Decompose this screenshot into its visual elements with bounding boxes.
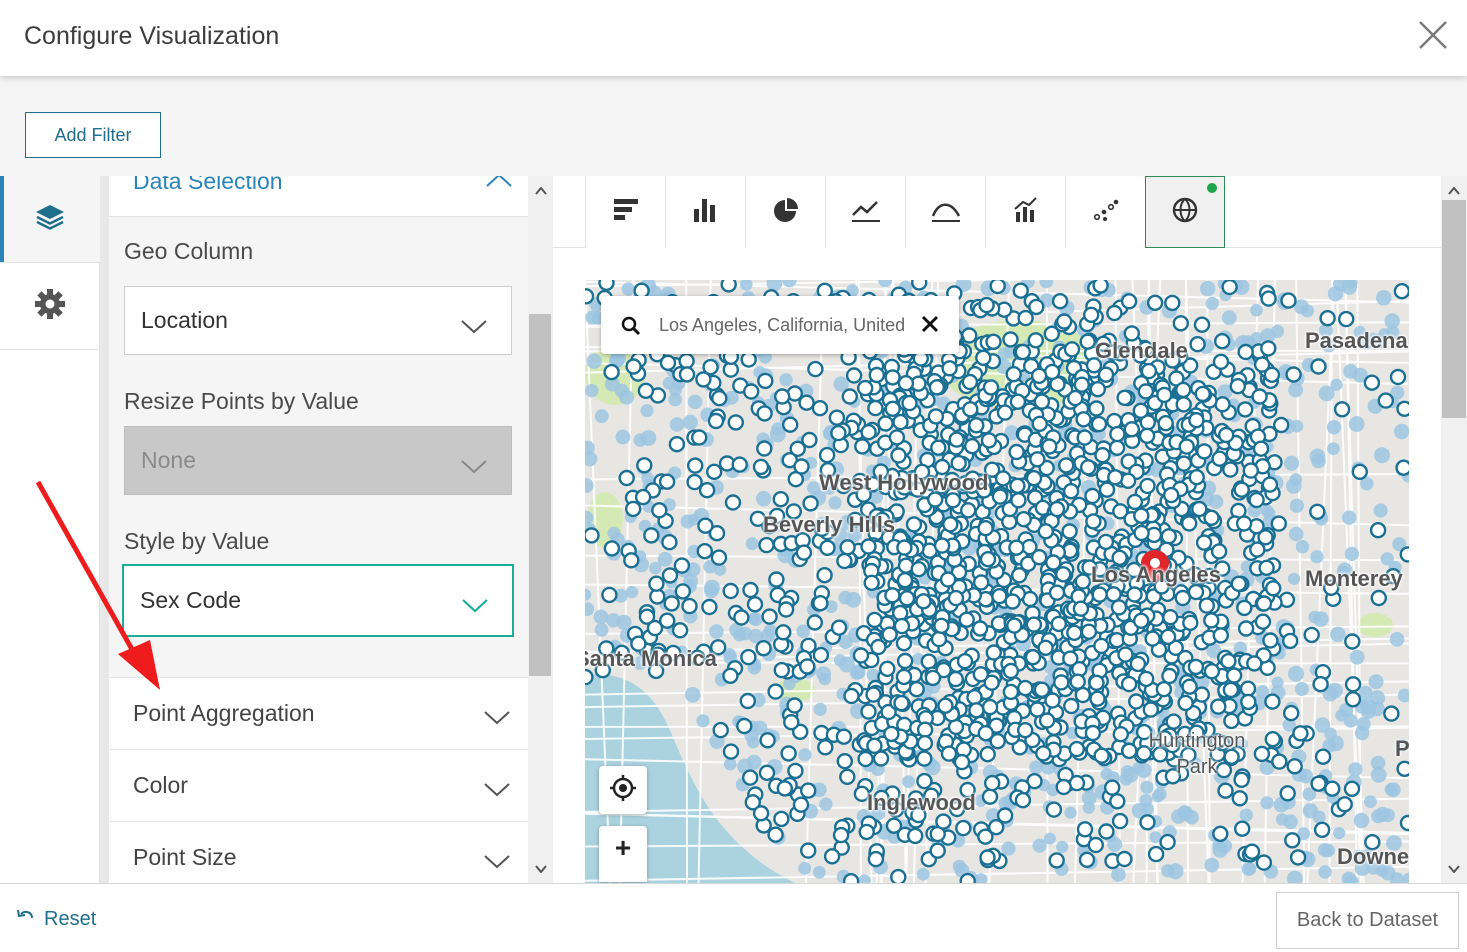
layers-icon [34, 202, 66, 237]
geo-column-value: Location [141, 307, 228, 333]
chevron-down-icon [484, 848, 510, 875]
line-icon [851, 197, 881, 228]
map-label-beverly-hills: Beverly Hills [763, 512, 896, 537]
add-filter-button[interactable]: Add Filter [25, 112, 161, 158]
map-search-input[interactable] [659, 310, 917, 340]
chart-type-scatter[interactable] [1065, 176, 1145, 248]
map-label-pasadena: Pasadena [1305, 328, 1408, 353]
chart-scrollbar[interactable] [1441, 176, 1467, 883]
page-title: Configure Visualization [24, 22, 280, 50]
chart-type-bar-vertical[interactable] [665, 176, 745, 248]
map-view[interactable]: Glendale Pasadena West Hollywood Beverly… [585, 280, 1409, 883]
map-label-los-angeles: Los Angeles [1091, 562, 1221, 587]
chart-type-bar-horizontal[interactable] [585, 176, 665, 248]
nav-item-data[interactable] [0, 176, 100, 263]
scrollbar-thumb[interactable] [1442, 200, 1466, 418]
pie-icon [772, 197, 800, 228]
chart-type-toolbar [553, 176, 1441, 248]
section-label: Point Size [133, 844, 237, 870]
chevron-down-icon [484, 704, 510, 731]
panel-scrollbar[interactable] [528, 176, 553, 883]
reset-button[interactable]: Reset [16, 908, 96, 931]
search-icon [621, 316, 641, 341]
map-label-huntington-park: Huntington Park [1148, 730, 1246, 778]
left-nav [0, 176, 100, 883]
scroll-up-icon[interactable] [534, 184, 548, 198]
globe-icon [1171, 196, 1199, 229]
filter-bar: Add Filter [0, 76, 1467, 176]
chevron-down-icon [461, 453, 487, 480]
data-selection-header[interactable]: Data Selection [109, 176, 528, 217]
chevron-down-icon [461, 313, 487, 340]
back-to-dataset-button[interactable]: Back to Dataset [1276, 892, 1459, 949]
crosshair-icon [609, 774, 637, 807]
gear-icon [34, 288, 66, 325]
clear-icon[interactable] [921, 315, 939, 338]
bar-horizontal-icon [612, 197, 640, 228]
chart-type-map[interactable] [1145, 176, 1225, 248]
bar-vertical-icon [692, 197, 720, 228]
map-label-west-hollywood: West Hollywood [819, 470, 989, 495]
scroll-up-icon[interactable] [1447, 184, 1461, 198]
chart-type-area[interactable] [905, 176, 985, 248]
map-label-glendale: Glendale [1095, 338, 1188, 363]
modal-header: Configure Visualization [0, 0, 1467, 76]
chart-area: Glendale Pasadena West Hollywood Beverly… [553, 176, 1441, 883]
area-icon [931, 197, 961, 228]
map-search-box [601, 296, 959, 354]
section-color[interactable]: Color [109, 749, 528, 821]
active-indicator-dot [1207, 183, 1217, 193]
section-point-size[interactable]: Point Size [109, 821, 528, 883]
style-by-value-select[interactable]: Sex Code [122, 564, 514, 637]
map-label-santa-monica: Santa Monica [585, 646, 717, 671]
section-label: Point Aggregation [133, 700, 315, 726]
map-label-inglewood: Inglewood [867, 790, 976, 815]
resize-points-select: None [124, 426, 512, 495]
undo-icon [16, 908, 34, 931]
reset-label: Reset [44, 908, 97, 930]
combo-icon [1012, 196, 1040, 229]
scrollbar-thumb[interactable] [529, 314, 551, 676]
chart-type-combo[interactable] [985, 176, 1065, 248]
chevron-down-icon [484, 776, 510, 803]
scroll-down-icon[interactable] [534, 862, 548, 876]
map-canvas[interactable] [585, 280, 1409, 883]
map-label-downey: Downey [1337, 844, 1409, 869]
nav-item-settings[interactable] [0, 263, 100, 350]
resize-points-label: Resize Points by Value [124, 388, 359, 414]
chart-type-pie[interactable] [745, 176, 825, 248]
map-label-monterey: Monterey [1305, 566, 1403, 591]
style-by-value-value: Sex Code [140, 587, 242, 613]
chevron-down-icon [462, 592, 488, 619]
modal-footer: Reset Back to Dataset [0, 883, 1467, 952]
zoom-in-button[interactable]: + [599, 826, 647, 882]
close-icon[interactable] [1414, 18, 1454, 54]
section-label: Color [133, 772, 188, 798]
section-point-aggregation[interactable]: Point Aggregation [109, 677, 528, 749]
style-by-value-label: Style by Value [124, 528, 270, 554]
chart-type-line[interactable] [825, 176, 905, 248]
resize-points-value: None [141, 447, 196, 473]
geo-column-label: Geo Column [124, 238, 254, 264]
geo-column-select[interactable]: Location [124, 286, 512, 355]
config-panel: Data Selection Geo Column Location Resiz… [100, 176, 528, 883]
scroll-down-icon[interactable] [1447, 862, 1461, 876]
chevron-up-icon [486, 176, 512, 193]
map-label-p: P [1395, 736, 1409, 761]
locate-button[interactable] [599, 766, 647, 814]
data-selection-label: Data Selection [133, 176, 283, 194]
scatter-icon [1092, 197, 1120, 228]
